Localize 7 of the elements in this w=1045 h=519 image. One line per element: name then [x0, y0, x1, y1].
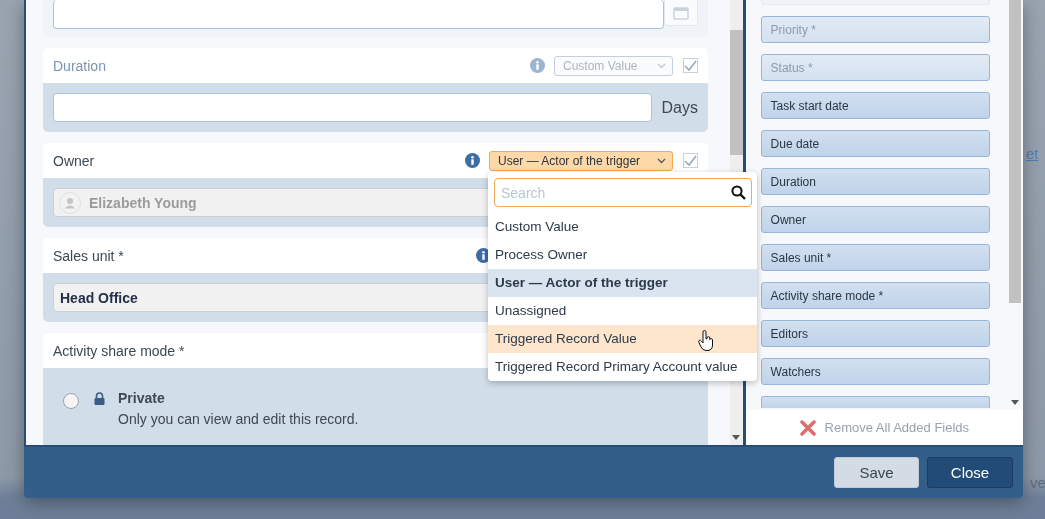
field-label: Duration	[53, 57, 106, 74]
field-label: Owner	[53, 152, 95, 169]
field-label: Activity share mode *	[53, 342, 185, 359]
option-title: Private	[118, 390, 166, 406]
unit-label: Days	[661, 98, 698, 117]
option-description: Only you can view and edit this record.	[118, 411, 359, 427]
field-label: Sales unit *	[53, 247, 124, 264]
